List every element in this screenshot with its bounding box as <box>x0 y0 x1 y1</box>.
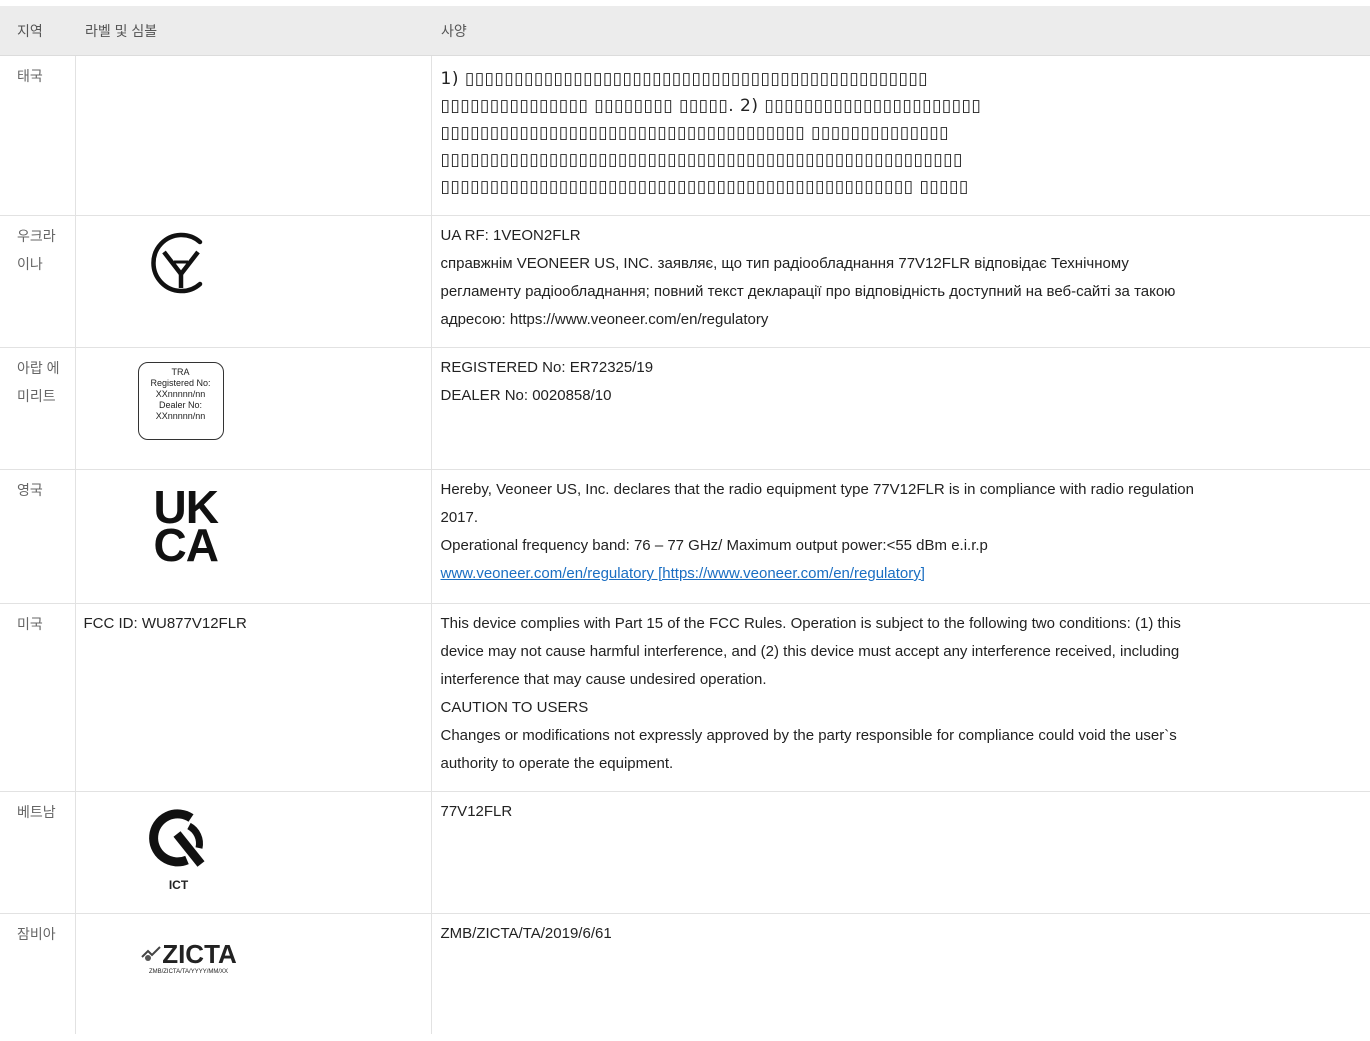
spec-line: CAUTION TO USERS <box>440 699 589 716</box>
spec-line: DEALER No: 0020858/10 <box>440 387 612 404</box>
table-row-uk: 영국 UK CA Hereby, Veoneer US, Inc. declar… <box>0 469 1370 604</box>
label-cell <box>74 215 431 348</box>
region-cell: 우크라이나 <box>0 215 75 348</box>
spec-line: 1) ▯▯▯▯▯▯▯▯▯▯▯▯▯▯▯▯▯▯▯▯▯▯▯▯▯▯▯▯▯▯▯▯▯▯▯▯▯… <box>440 69 929 89</box>
spec-line: 77V12FLR <box>440 803 513 820</box>
spec-line: This device complies with Part 15 of the… <box>440 615 1181 632</box>
label-cell: UK CA <box>74 469 431 604</box>
region-cell: 아랍 에미리트 <box>0 347 75 470</box>
spec-line: REGISTERED No: ER72325/19 <box>440 359 654 376</box>
spec-line: Operational frequency band: 76 – 77 GHz/… <box>440 537 988 554</box>
zicta-mark-icon: ZICTA ZMB/ZICTA/TA/YYYY/MM/XX <box>104 940 274 976</box>
region-cell: 베트남 <box>0 791 75 914</box>
region-cell: 태국 <box>0 55 75 216</box>
header-spec: 사양 <box>431 6 1370 56</box>
table-row-zambia: 잠비아 ZICTA ZMB/ZICTA/TA/YYYY/MM/XX ZMB/ZI… <box>0 913 1370 1034</box>
spec-line: адресою: https://www.veoneer.com/en/regu… <box>440 311 769 328</box>
spec-line: Changes or modifications not expressly a… <box>440 727 1177 744</box>
table-row-vietnam: 베트남 ICT 77V12FLR <box>0 791 1370 914</box>
table-row-usa: 미국 FCC ID: WU877V12FLR This device compl… <box>0 603 1370 792</box>
spec-line: ▯▯▯▯▯▯▯▯▯▯▯▯▯▯▯▯▯▯▯▯▯▯▯▯▯▯▯▯▯▯▯▯▯▯▯▯▯▯▯▯… <box>440 150 963 170</box>
cr-ict-mark-icon: ICT <box>144 808 214 892</box>
label-cell: FCC ID: WU877V12FLR <box>74 603 431 792</box>
table-row-thailand: 태국 1) ▯▯▯▯▯▯▯▯▯▯▯▯▯▯▯▯▯▯▯▯▯▯▯▯▯▯▯▯▯▯▯▯▯▯… <box>0 55 1370 216</box>
spec-line: ▯▯▯▯▯▯▯▯▯▯▯▯▯▯▯▯▯▯▯▯▯▯▯▯▯▯▯▯▯▯▯▯▯▯▯▯▯ ▯▯… <box>440 123 950 143</box>
spec-line: регламенту радіообладнання; повний текст… <box>440 283 1176 300</box>
spec-cell: REGISTERED No: ER72325/19 DEALER No: 002… <box>430 347 1370 470</box>
spec-line: Hereby, Veoneer US, Inc. declares that t… <box>440 481 1194 498</box>
spec-line: ZMB/ZICTA/TA/2019/6/61 <box>440 925 612 942</box>
spec-line: ▯▯▯▯▯▯▯▯▯▯▯▯▯▯▯ ▯▯▯▯▯▯▯▯ ▯▯▯▯▯. 2) ▯▯▯▯▯… <box>440 96 982 116</box>
header-row: 지역 라벨 및 심볼 사양 <box>0 6 1370 56</box>
header-region: 지역 <box>0 6 75 56</box>
spec-cell: Hereby, Veoneer US, Inc. declares that t… <box>430 469 1370 604</box>
spec-line: 2017. <box>440 509 479 526</box>
table-row-uae: 아랍 에미리트 TRA Registered No: XXnnnnn/nn De… <box>0 347 1370 470</box>
spec-line: interference that may cause undesired op… <box>440 671 767 688</box>
label-cell: TRA Registered No: XXnnnnn/nn Dealer No:… <box>74 347 431 470</box>
regulatory-link[interactable]: www.veoneer.com/en/regulatory [https://w… <box>441 565 925 582</box>
region-cell: 잠비아 <box>17 926 56 942</box>
spec-line: ▯▯▯▯▯▯▯▯▯▯▯▯▯▯▯▯▯▯▯▯▯▯▯▯▯▯▯▯▯▯▯▯▯▯▯▯▯▯▯▯… <box>440 177 969 197</box>
ukca-mark-icon: UK CA <box>153 481 219 571</box>
spec-line: device may not cause harmful interferenc… <box>440 643 1180 660</box>
table-row-ukraine: 우크라이나 UA RF: 1VEON2FLR справжнім VEONEER… <box>0 215 1370 348</box>
label-cell <box>74 55 431 216</box>
spec-line: UA RF: 1VEON2FLR <box>440 227 581 244</box>
label-cell: ZICTA ZMB/ZICTA/TA/YYYY/MM/XX <box>74 913 431 1034</box>
spec-line: authority to operate the equipment. <box>440 755 674 772</box>
spec-line: справжнім VEONEER US, INC. заявляє, що т… <box>440 255 1129 272</box>
spec-cell: This device complies with Part 15 of the… <box>430 603 1370 792</box>
spec-cell: UA RF: 1VEON2FLR справжнім VEONEER US, I… <box>430 215 1370 348</box>
ukrsepro-certification-mark-icon <box>150 232 202 294</box>
label-cell: ICT <box>74 791 431 914</box>
spec-cell: ZMB/ZICTA/TA/2019/6/61 <box>430 913 1370 1034</box>
region-label: 우크라이나 <box>17 228 56 272</box>
region-cell: 미국 <box>0 603 75 792</box>
spec-cell: 77V12FLR <box>430 791 1370 914</box>
region-cell: 영국 <box>0 469 75 604</box>
regulatory-table: 지역 라벨 및 심볼 사양 태국 1) ▯▯▯▯▯▯▯▯▯▯▯▯▯▯▯▯▯▯▯▯… <box>0 6 1370 1034</box>
header-label: 라벨 및 심볼 <box>75 6 431 56</box>
spec-cell: 1) ▯▯▯▯▯▯▯▯▯▯▯▯▯▯▯▯▯▯▯▯▯▯▯▯▯▯▯▯▯▯▯▯▯▯▯▯▯… <box>430 55 1370 216</box>
tra-label-icon: TRA Registered No: XXnnnnn/nn Dealer No:… <box>137 362 224 440</box>
